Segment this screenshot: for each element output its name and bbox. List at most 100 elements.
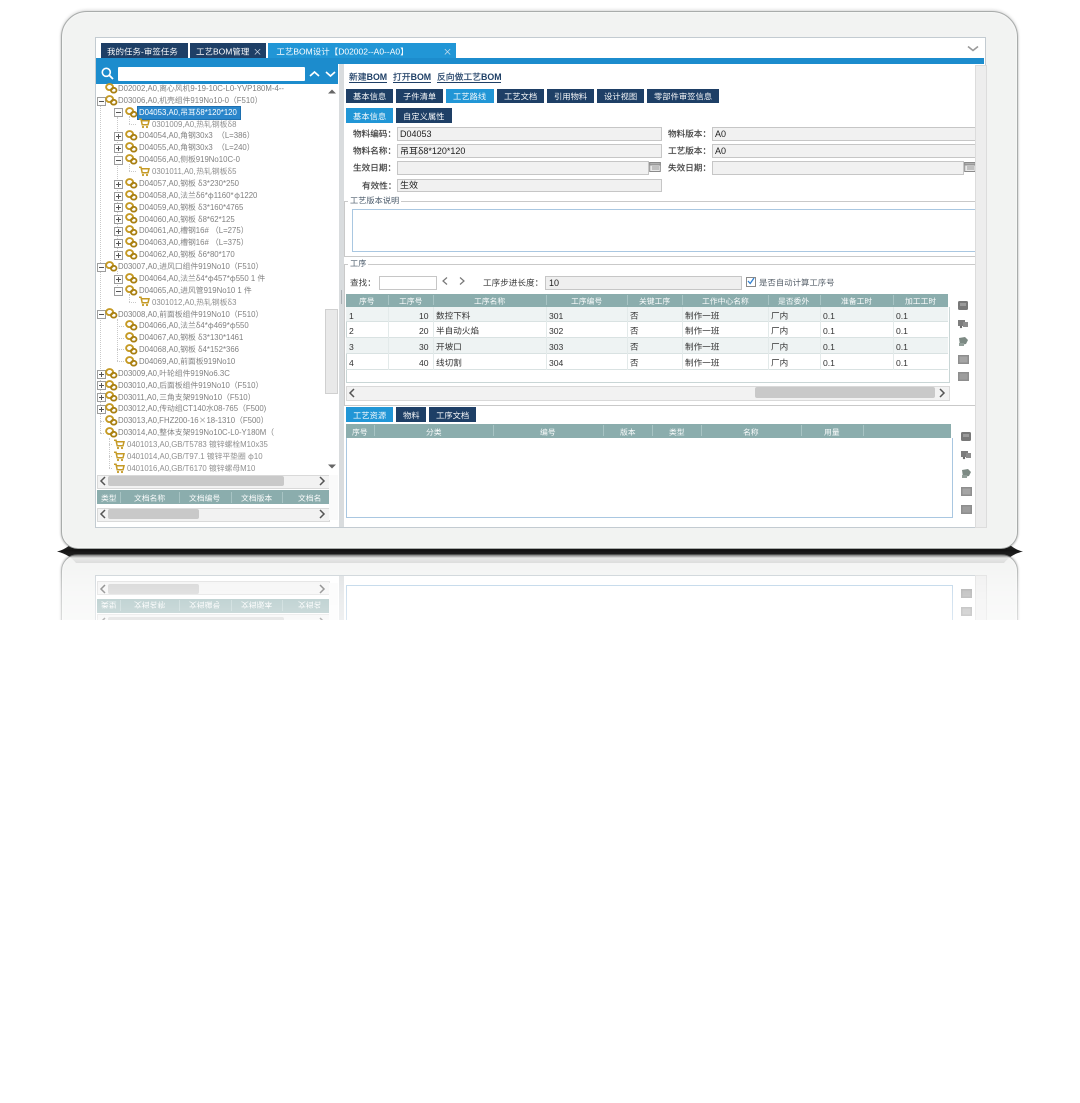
svg-text:D04067,A0,: D04067,A0, <box>139 761 180 770</box>
svg-text:D04055,A0,: D04055,A0, <box>139 951 180 960</box>
svg-text:D03011,A0,: D03011,A0, <box>118 701 159 710</box>
svg-text:919No10C-0: 919No10C-0 <box>196 939 241 948</box>
svg-text:0401014,A0,GB/T97.1: 0401014,A0,GB/T97.1 <box>127 642 205 651</box>
svg-text:F510: F510 <box>238 832 256 841</box>
svg-text:D04055,A0,: D04055,A0, <box>139 143 180 152</box>
svg-text:302: 302 <box>549 326 564 336</box>
svg-text:0.1: 0.1 <box>823 751 835 761</box>
svg-text:D04060,A0,: D04060,A0, <box>139 214 180 223</box>
svg-text:469*: 469* <box>214 773 230 782</box>
svg-text:D04053: D04053 <box>400 964 432 974</box>
svg-text:A0: A0 <box>715 129 726 139</box>
svg-text:D03011,A0,: D03011,A0, <box>118 393 159 402</box>
svg-text:D02002--A0--A0: D02002--A0--A0 <box>338 46 400 56</box>
svg-text:0.1: 0.1 <box>896 358 908 368</box>
svg-text:D03012,A0,: D03012,A0, <box>118 404 159 413</box>
svg-text:F500: F500 <box>243 416 261 425</box>
svg-text:D03006,A0,: D03006,A0, <box>118 998 159 1007</box>
svg-text:L=375: L=375 <box>219 856 242 865</box>
svg-text:F510: F510 <box>238 713 256 722</box>
svg-text:2: 2 <box>349 326 354 336</box>
svg-text:919No10C-0: 919No10C-0 <box>196 155 241 164</box>
svg-text:4*: 4* <box>200 274 207 283</box>
svg-text:D04053,A0,: D04053,A0, <box>139 108 180 117</box>
svg-text:469*: 469* <box>214 321 230 330</box>
svg-text:08-765: 08-765 <box>214 404 239 413</box>
svg-text:30x3: 30x3 <box>196 963 213 972</box>
svg-text:919No10: 919No10 <box>198 713 230 722</box>
svg-text:919No10: 919No10 <box>198 309 230 318</box>
svg-text:BOM: BOM <box>293 46 312 56</box>
svg-text:0.1: 0.1 <box>896 342 908 352</box>
svg-text:919No6.3C: 919No6.3C <box>190 369 230 378</box>
svg-text:D04057,A0,: D04057,A0, <box>139 179 180 188</box>
svg-text:1220: 1220 <box>240 903 258 912</box>
svg-text:-: - <box>141 1047 144 1057</box>
svg-text:0.1: 0.1 <box>823 767 835 777</box>
svg-text:D03010,A0,: D03010,A0, <box>118 713 159 722</box>
svg-text:D04065,A0,: D04065,A0, <box>139 286 180 295</box>
svg-text:0401013,A0,GB/T5783: 0401013,A0,GB/T5783 <box>127 654 207 663</box>
svg-text:550: 550 <box>236 773 250 782</box>
svg-text:550: 550 <box>236 321 250 330</box>
svg-text:D03007,A0,: D03007,A0, <box>118 832 159 841</box>
svg-text:303: 303 <box>549 751 564 761</box>
svg-text:M10x35: M10x35 <box>240 440 268 449</box>
svg-text:0401013,A0,GB/T5783: 0401013,A0,GB/T5783 <box>127 440 207 449</box>
svg-text:D04058,A0,: D04058,A0, <box>139 903 180 912</box>
svg-text:D04059,A0,: D04059,A0, <box>139 891 180 900</box>
svg-text:A0: A0 <box>715 947 726 957</box>
svg-text:919No10: 919No10 <box>204 357 236 366</box>
svg-text:10: 10 <box>253 452 262 461</box>
svg-text:D04062,A0,: D04062,A0, <box>139 250 180 259</box>
svg-text:BOM: BOM <box>213 46 232 56</box>
svg-text:302: 302 <box>549 767 564 777</box>
svg-text:D03010,A0,: D03010,A0, <box>118 381 159 390</box>
svg-text:919No10: 919No10 <box>190 701 222 710</box>
svg-text:D02002,A0,: D02002,A0, <box>118 84 159 93</box>
svg-text:-: - <box>141 46 144 56</box>
svg-text:2: 2 <box>349 767 354 777</box>
svg-text:CT140: CT140 <box>183 690 207 699</box>
svg-text:3: 3 <box>349 751 354 761</box>
svg-text:30: 30 <box>419 751 429 761</box>
svg-text:304: 304 <box>549 358 564 368</box>
svg-text:3*130*1461: 3*130*1461 <box>203 761 244 770</box>
svg-text:F510: F510 <box>238 381 256 390</box>
svg-text:D04054,A0,: D04054,A0, <box>139 131 180 140</box>
svg-text:8*120*120: 8*120*120 <box>423 146 465 156</box>
svg-text:457*: 457* <box>214 274 230 283</box>
svg-text:30x3: 30x3 <box>196 131 213 140</box>
svg-text:D04063,A0,: D04063,A0, <box>139 856 180 865</box>
svg-text:BOM: BOM <box>410 72 431 82</box>
svg-text:D02002--A0--A0: D02002--A0--A0 <box>338 1047 400 1057</box>
svg-text:0.1: 0.1 <box>823 783 835 793</box>
svg-text:10: 10 <box>419 310 429 320</box>
svg-text:D04059,A0,: D04059,A0, <box>139 203 180 212</box>
svg-text:D04058,A0,: D04058,A0, <box>139 191 180 200</box>
svg-text:0.1: 0.1 <box>823 735 835 745</box>
svg-text:30x3: 30x3 <box>196 951 213 960</box>
svg-text:3*230*250: 3*230*250 <box>203 179 240 188</box>
svg-text:D03014,A0,: D03014,A0, <box>118 428 159 437</box>
svg-text:D04066,A0,: D04066,A0, <box>139 773 180 782</box>
svg-text:0301009,A0,: 0301009,A0, <box>152 119 196 128</box>
svg-text:1160*: 1160* <box>214 903 234 912</box>
svg-text:550 1: 550 1 <box>236 274 256 283</box>
svg-text:L=375: L=375 <box>219 238 242 247</box>
svg-text:3: 3 <box>232 298 236 307</box>
svg-text:457*: 457* <box>214 820 230 829</box>
svg-text:F510: F510 <box>238 785 256 794</box>
svg-text:D03009,A0,: D03009,A0, <box>118 725 159 734</box>
svg-text:40: 40 <box>419 358 429 368</box>
svg-text:D04063,A0,: D04063,A0, <box>139 238 180 247</box>
svg-text:8*62*125: 8*62*125 <box>203 214 236 223</box>
svg-text:919No10: 919No10 <box>204 737 236 746</box>
svg-text:D03008,A0,: D03008,A0, <box>118 785 159 794</box>
svg-text:F510: F510 <box>238 262 256 271</box>
svg-text:3: 3 <box>349 342 354 352</box>
svg-text:M10x35: M10x35 <box>240 654 268 663</box>
svg-text:D03008,A0,: D03008,A0, <box>118 309 159 318</box>
svg-text:919No10-0: 919No10-0 <box>190 998 229 1007</box>
svg-text:550 1: 550 1 <box>236 820 256 829</box>
